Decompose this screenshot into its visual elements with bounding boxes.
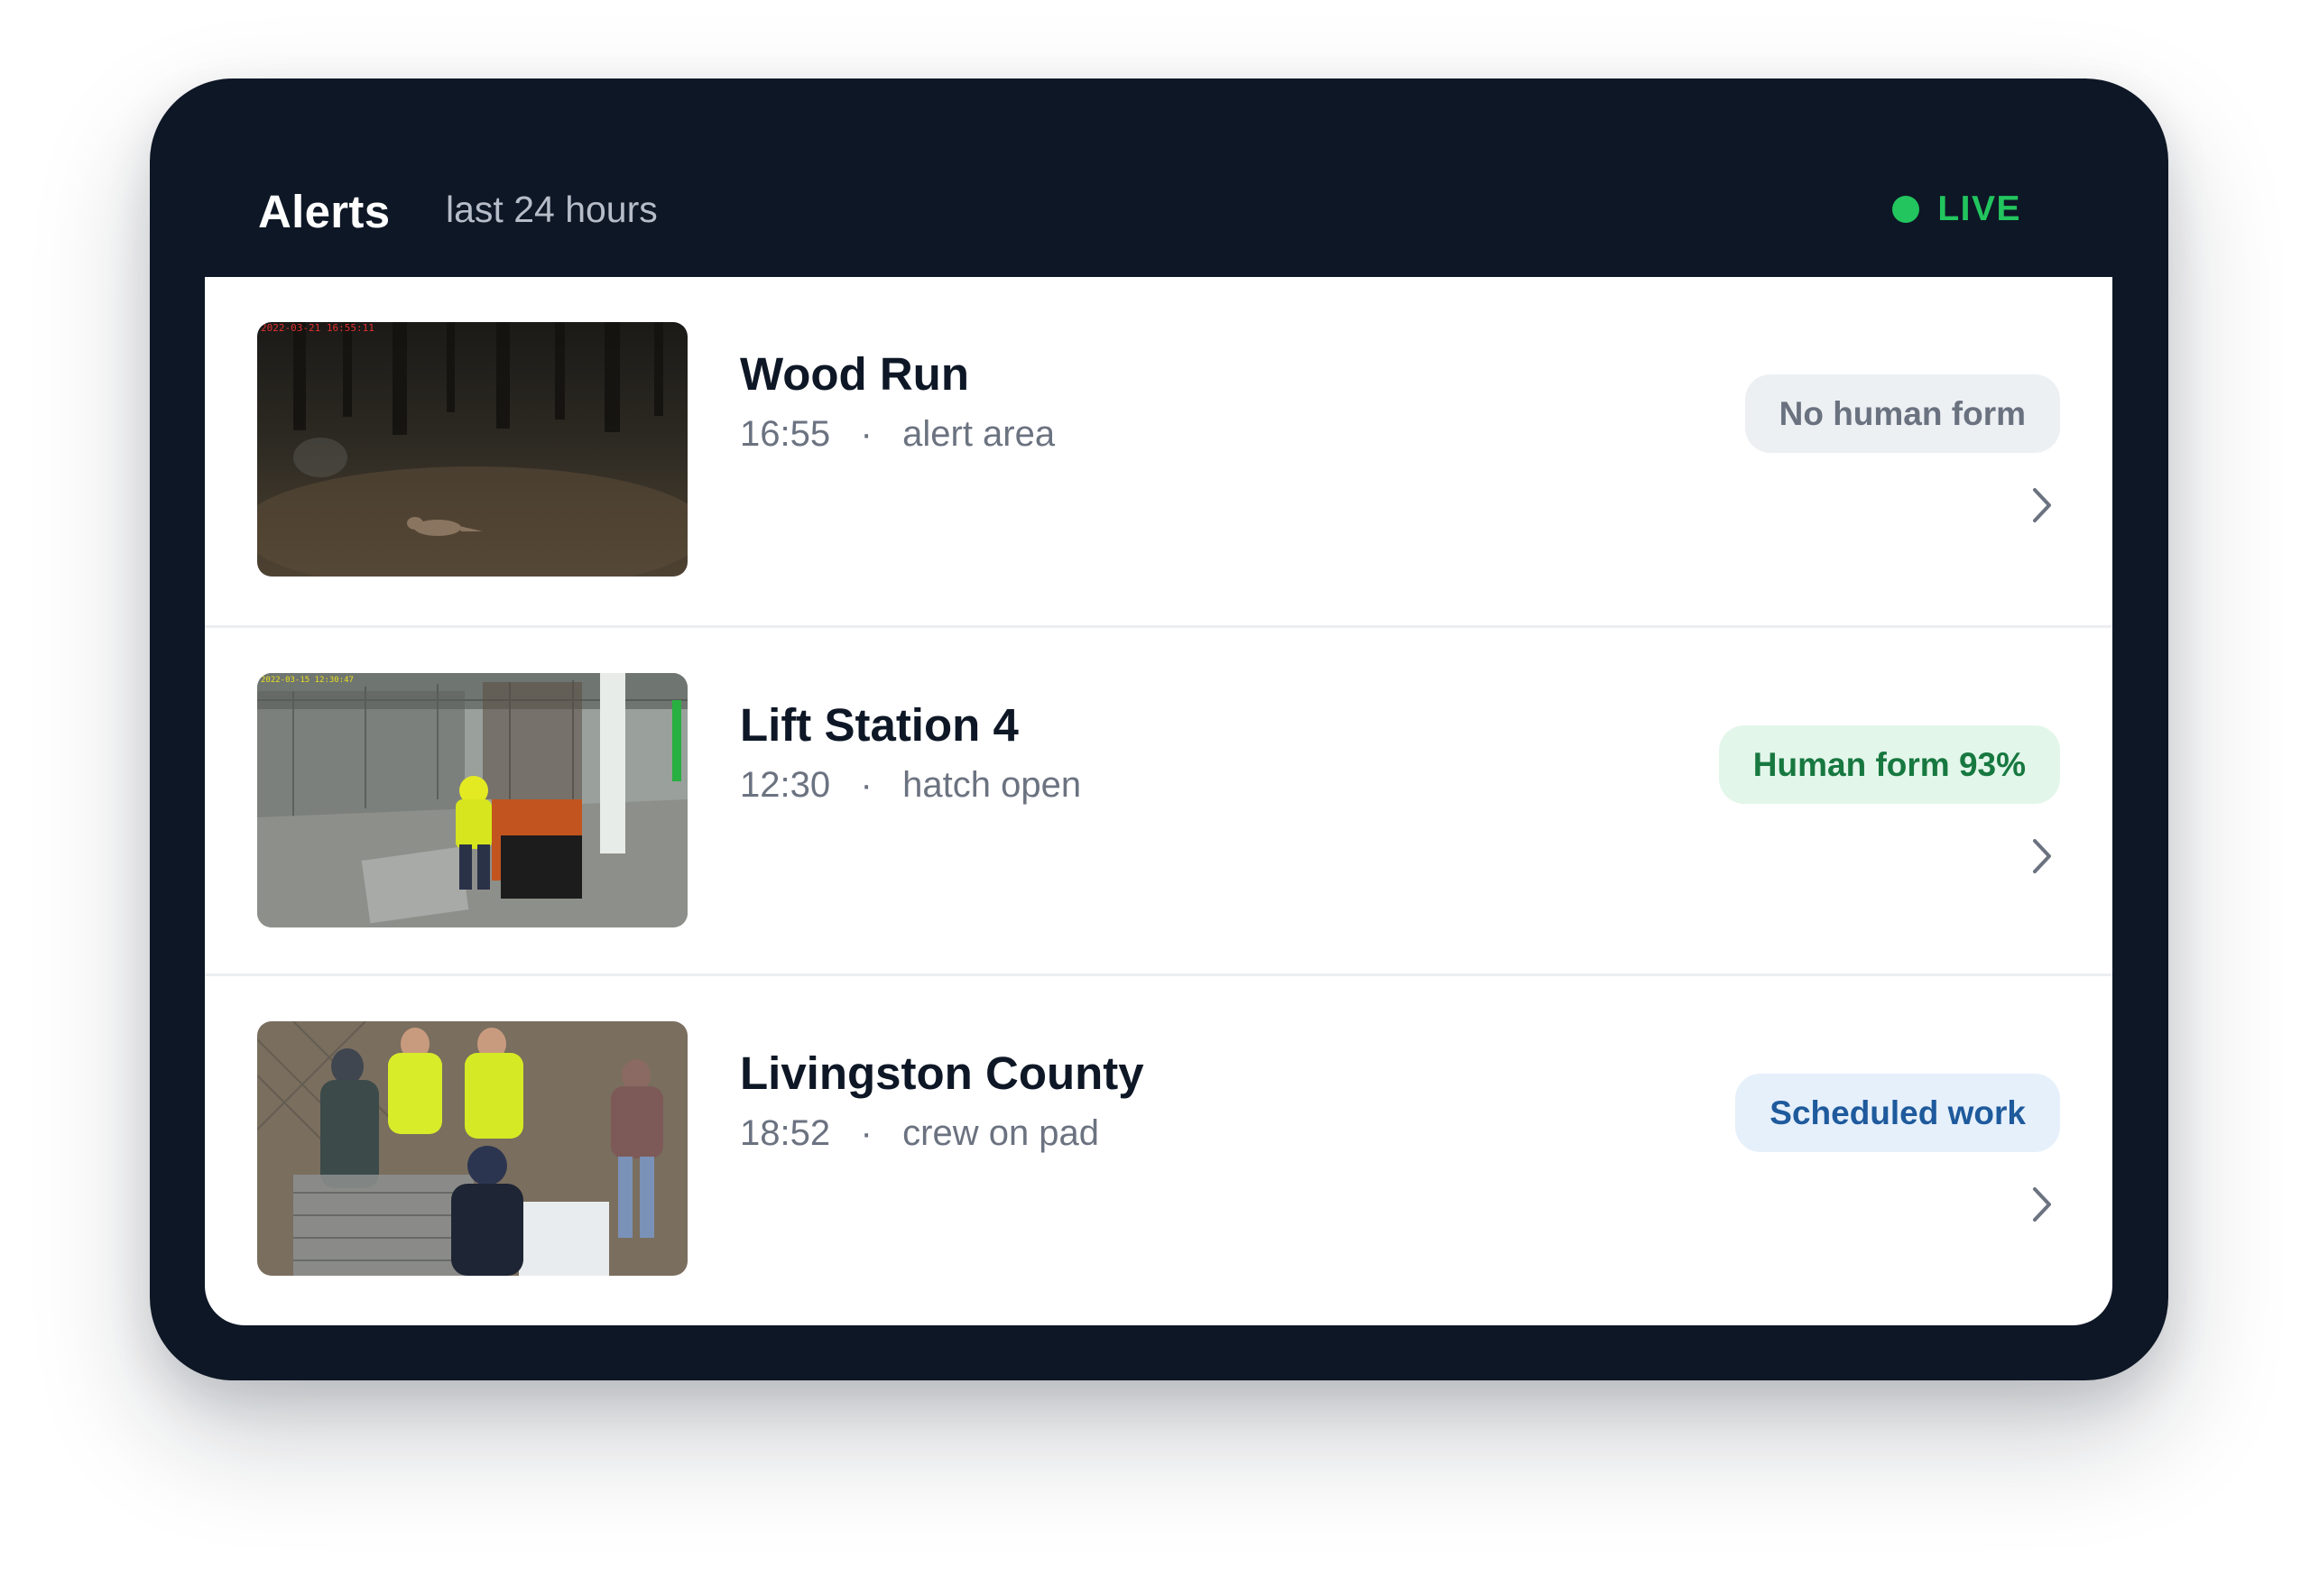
meta-separator: · bbox=[860, 414, 873, 454]
alert-event: alert area bbox=[902, 414, 1056, 454]
alert-meta: 16:55 · alert area bbox=[740, 414, 1055, 455]
camera-overlay-text: 2022-03-15 12:30:47 bbox=[261, 676, 354, 685]
alert-thumbnail[interactable] bbox=[257, 1021, 688, 1276]
alerts-device-frame: Alerts last 24 hours LIVE 2022-03-21 16:… bbox=[150, 78, 2168, 1380]
classification-badge: Human form 93% bbox=[1718, 725, 2060, 804]
live-label: LIVE bbox=[1937, 189, 2021, 228]
alert-thumbnail[interactable]: 2022-03-21 16:55:11 bbox=[257, 322, 688, 577]
chevron-right-icon[interactable] bbox=[2024, 483, 2060, 528]
meta-separator: · bbox=[860, 765, 873, 805]
live-indicator: LIVE bbox=[1892, 189, 2021, 229]
chevron-right-icon[interactable] bbox=[2024, 834, 2060, 879]
time-range-label: last 24 hours bbox=[446, 189, 658, 230]
alert-event: hatch open bbox=[902, 765, 1082, 805]
alert-site-name: Wood Run bbox=[740, 348, 969, 400]
alert-thumbnail[interactable]: 2022-03-15 12:30:47 bbox=[257, 673, 688, 927]
crew-on-pad-image bbox=[257, 1021, 688, 1276]
live-dot-icon bbox=[1892, 196, 1920, 223]
alert-time: 16:55 bbox=[740, 414, 831, 454]
alert-site-name: Livingston County bbox=[740, 1047, 1144, 1099]
alerts-header: Alerts last 24 hours LIVE bbox=[150, 78, 2168, 277]
page-title: Alerts bbox=[258, 186, 391, 237]
night-camera-animal-image: 2022-03-21 16:55:11 bbox=[257, 322, 688, 577]
alert-row-lift-station-4[interactable]: 2022-03-15 12:30:47 Lift Station 4 12:30… bbox=[205, 625, 2112, 973]
alert-row-wood-run[interactable]: 2022-03-21 16:55:11 Wood Run 16:55 · ale… bbox=[205, 277, 2112, 625]
alerts-list: 2022-03-21 16:55:11 Wood Run 16:55 · ale… bbox=[205, 277, 2112, 1325]
alert-event: crew on pad bbox=[902, 1113, 1100, 1153]
worker-at-hatch-image: 2022-03-15 12:30:47 bbox=[257, 673, 688, 927]
alert-site-name: Lift Station 4 bbox=[740, 699, 1019, 751]
alert-row-livingston-county[interactable]: Livingston County 18:52 · crew on pad Sc… bbox=[205, 973, 2112, 1322]
chevron-right-icon[interactable] bbox=[2024, 1182, 2060, 1227]
classification-badge: No human form bbox=[1744, 374, 2060, 453]
alert-time: 18:52 bbox=[740, 1113, 831, 1153]
classification-badge: Scheduled work bbox=[1735, 1074, 2060, 1152]
camera-overlay-text: 2022-03-21 16:55:11 bbox=[261, 322, 374, 334]
alert-meta: 18:52 · crew on pad bbox=[740, 1113, 1099, 1154]
alert-meta: 12:30 · hatch open bbox=[740, 765, 1081, 806]
alert-time: 12:30 bbox=[740, 765, 831, 805]
meta-separator: · bbox=[860, 1113, 873, 1153]
